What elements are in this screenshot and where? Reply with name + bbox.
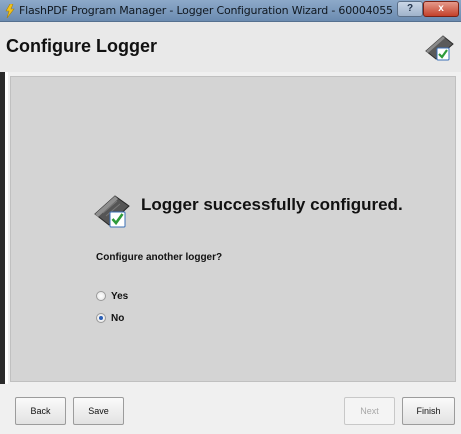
close-button[interactable]: x bbox=[423, 1, 459, 17]
page-title: Configure Logger bbox=[6, 36, 157, 56]
content-panel bbox=[10, 76, 456, 382]
window-edge-highlight bbox=[5, 72, 8, 434]
radio-button-yes[interactable] bbox=[96, 291, 106, 301]
radio-button-no[interactable] bbox=[96, 313, 106, 323]
title-bar[interactable]: FlashPDF Program Manager - Logger Config… bbox=[0, 0, 461, 22]
radio-label-no[interactable]: No bbox=[111, 313, 124, 324]
radio-label-yes[interactable]: Yes bbox=[111, 291, 128, 302]
flashpdf-app-icon bbox=[5, 4, 15, 18]
window-title: FlashPDF Program Manager - Logger Config… bbox=[19, 4, 393, 17]
help-button[interactable]: ? bbox=[397, 1, 423, 17]
back-button[interactable]: Back bbox=[15, 397, 66, 425]
finish-button[interactable]: Finish bbox=[402, 397, 455, 425]
save-button[interactable]: Save bbox=[73, 397, 124, 425]
wizard-window: FlashPDF Program Manager - Logger Config… bbox=[0, 0, 461, 434]
next-button[interactable]: Next bbox=[344, 397, 395, 425]
configure-another-question: Configure another logger? bbox=[96, 252, 223, 263]
logger-icon bbox=[425, 35, 454, 61]
success-message: Logger successfully configured. bbox=[141, 195, 403, 214]
radio-option-yes[interactable]: Yes bbox=[96, 289, 128, 303]
radio-option-no[interactable]: No bbox=[96, 311, 124, 325]
logger-check-icon bbox=[94, 195, 130, 228]
